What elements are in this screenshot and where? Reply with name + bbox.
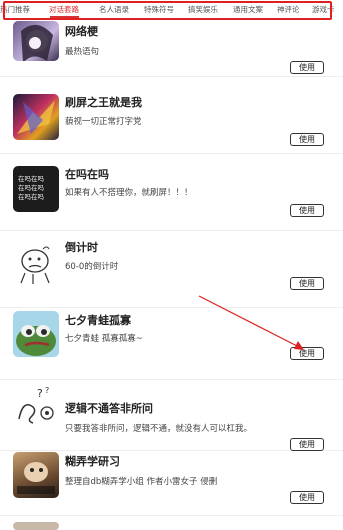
use-button[interactable]: 使用 [290, 491, 324, 504]
item-desc: 七夕青蛙 孤寡孤寡~ [65, 334, 143, 344]
use-button[interactable]: 使用 [290, 133, 324, 146]
item-title: 在吗在吗 [65, 168, 109, 181]
item-title: 糊弄学研习 [65, 455, 120, 468]
list-item[interactable]: 刷屏之王就是我 藐视一切正常打字党 使用 [0, 77, 343, 154]
item-desc: 整理自db糊弄学小组 作者小雷女子 侵删 [65, 477, 218, 487]
list-item[interactable]: 糊弄学研习 整理自db糊弄学小组 作者小雷女子 侵删 使用 [0, 439, 343, 516]
item-desc: 如果有人不搭理你，就刷屏！！！ [65, 188, 193, 198]
question-figure-thumbnail: ?? [13, 383, 59, 429]
pepe-frog-thumbnail [13, 311, 59, 357]
cat-meme-thumbnail [13, 452, 59, 498]
item-title: 刷屏之王就是我 [65, 96, 142, 109]
list-item[interactable] [0, 516, 343, 530]
svg-text:?: ? [45, 386, 49, 395]
sketch-face-thumbnail [13, 241, 59, 287]
use-button[interactable]: 使用 [290, 277, 324, 290]
use-button[interactable]: 使用 [290, 204, 324, 217]
item-desc: 最热语句 [65, 47, 100, 57]
list-item[interactable]: 倒计时 60-0的倒计时 使用 [0, 231, 343, 308]
anime-girl-thumbnail [13, 21, 59, 61]
item-title: 倒计时 [65, 241, 98, 254]
thumb-text-line: 在吗在吗 [18, 184, 44, 192]
item-title: 逻辑不通答非所问 [65, 402, 153, 415]
item-title: 网络梗 [65, 25, 98, 38]
use-button[interactable]: 使用 [290, 347, 324, 360]
thumb-text-line: 在吗在吗 [18, 193, 44, 201]
item-desc: 藐视一切正常打字党 [65, 117, 142, 127]
thumb-text-line: 在吗在吗 [18, 175, 44, 183]
game-hero-thumbnail [13, 94, 59, 140]
item-desc: 60-0的倒计时 [65, 262, 119, 272]
list-item[interactable]: 网络梗 最热语句 使用 [0, 0, 343, 77]
list-item[interactable]: 七夕青蛙孤寡 七夕青蛙 孤寡孤寡~ 使用 [0, 308, 343, 380]
list-item[interactable]: 在吗在吗 在吗在吗 在吗在吗 在吗在吗 如果有人不搭理你，就刷屏！！！ 使用 [0, 154, 343, 231]
item-title: 七夕青蛙孤寡 [65, 314, 131, 327]
svg-text:?: ? [37, 387, 43, 400]
text-card-thumbnail: 在吗在吗 在吗在吗 在吗在吗 [13, 166, 59, 212]
partial-thumbnail [13, 522, 59, 530]
use-button[interactable]: 使用 [290, 61, 324, 74]
item-desc: 只要我答非所问，逻辑不通，就没有人可以杠我。 [65, 424, 253, 434]
